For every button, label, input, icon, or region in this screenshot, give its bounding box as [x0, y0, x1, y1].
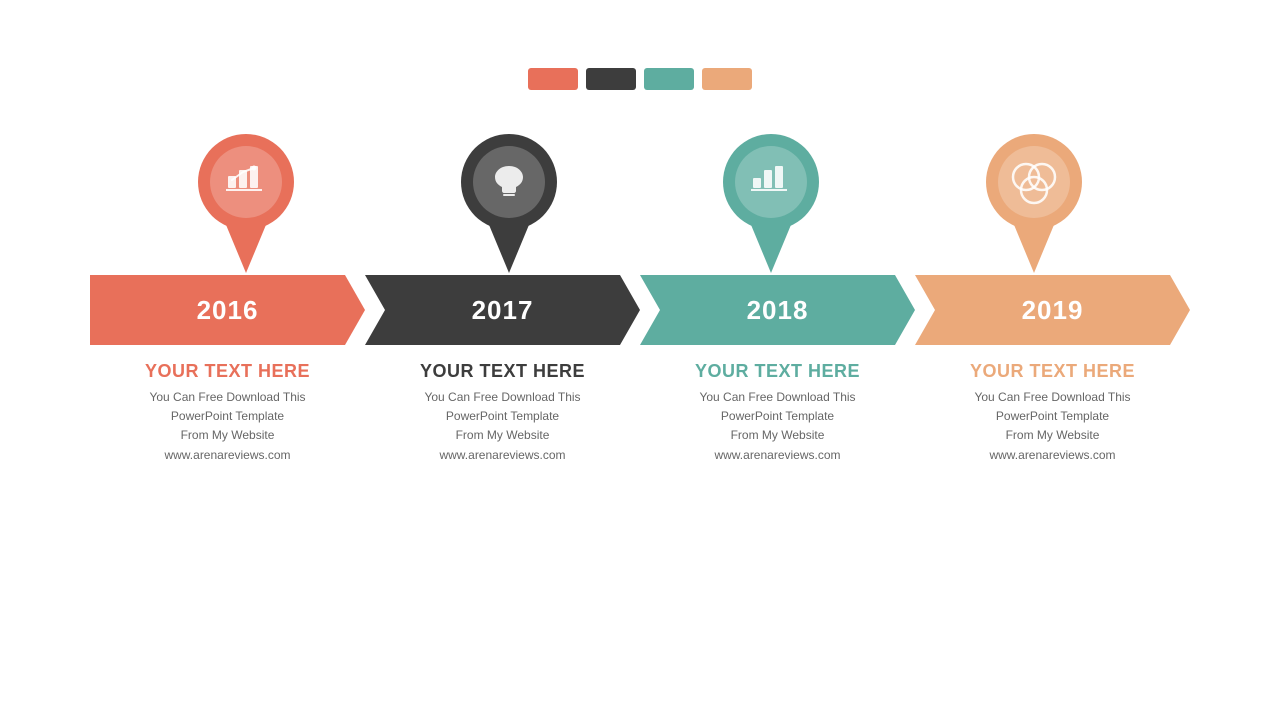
arrow-year-2018: 2018	[747, 295, 809, 326]
pin-container-2017	[389, 130, 629, 275]
text-block-2017: YOUR TEXT HERE You Can Free Download This…	[365, 361, 640, 465]
text-block-2016: YOUR TEXT HERE You Can Free Download This…	[90, 361, 365, 465]
arrow-segment-2016: 2016	[90, 275, 365, 345]
pin-container-2016	[126, 130, 366, 275]
arrow-segment-2019: 2019	[915, 275, 1190, 345]
pins-row	[115, 130, 1165, 275]
arrow-year-2016: 2016	[197, 295, 259, 326]
arrow-segment-2018: 2018	[640, 275, 915, 345]
text-heading-2018: YOUR TEXT HERE	[695, 361, 860, 382]
legend-color-2	[644, 68, 694, 90]
main-content: 2016 2017 2018 2019 YOUR TEXT HERE You Can F…	[0, 130, 1280, 465]
legend-color-1	[586, 68, 636, 90]
arrow-year-2019: 2019	[1022, 295, 1084, 326]
text-heading-2016: YOUR TEXT HERE	[145, 361, 310, 382]
text-heading-2019: YOUR TEXT HERE	[970, 361, 1135, 382]
text-heading-2017: YOUR TEXT HERE	[420, 361, 585, 382]
pin-container-2019	[914, 130, 1154, 275]
text-block-2019: YOUR TEXT HERE You Can Free Download This…	[915, 361, 1190, 465]
legend-color-3	[702, 68, 752, 90]
arrow-year-2017: 2017	[472, 295, 534, 326]
text-body-2017: You Can Free Download ThisPowerPoint Tem…	[424, 388, 580, 465]
arrows-row: 2016 2017 2018 2019	[90, 275, 1190, 345]
text-body-2018: You Can Free Download ThisPowerPoint Tem…	[699, 388, 855, 465]
text-block-2018: YOUR TEXT HERE You Can Free Download This…	[640, 361, 915, 465]
arrow-segment-2017: 2017	[365, 275, 640, 345]
legend-color-0	[528, 68, 578, 90]
text-row: YOUR TEXT HERE You Can Free Download This…	[90, 361, 1190, 465]
text-body-2016: You Can Free Download ThisPowerPoint Tem…	[149, 388, 305, 465]
pin-container-2018	[651, 130, 891, 275]
text-body-2019: You Can Free Download ThisPowerPoint Tem…	[974, 388, 1130, 465]
legend	[528, 68, 752, 90]
